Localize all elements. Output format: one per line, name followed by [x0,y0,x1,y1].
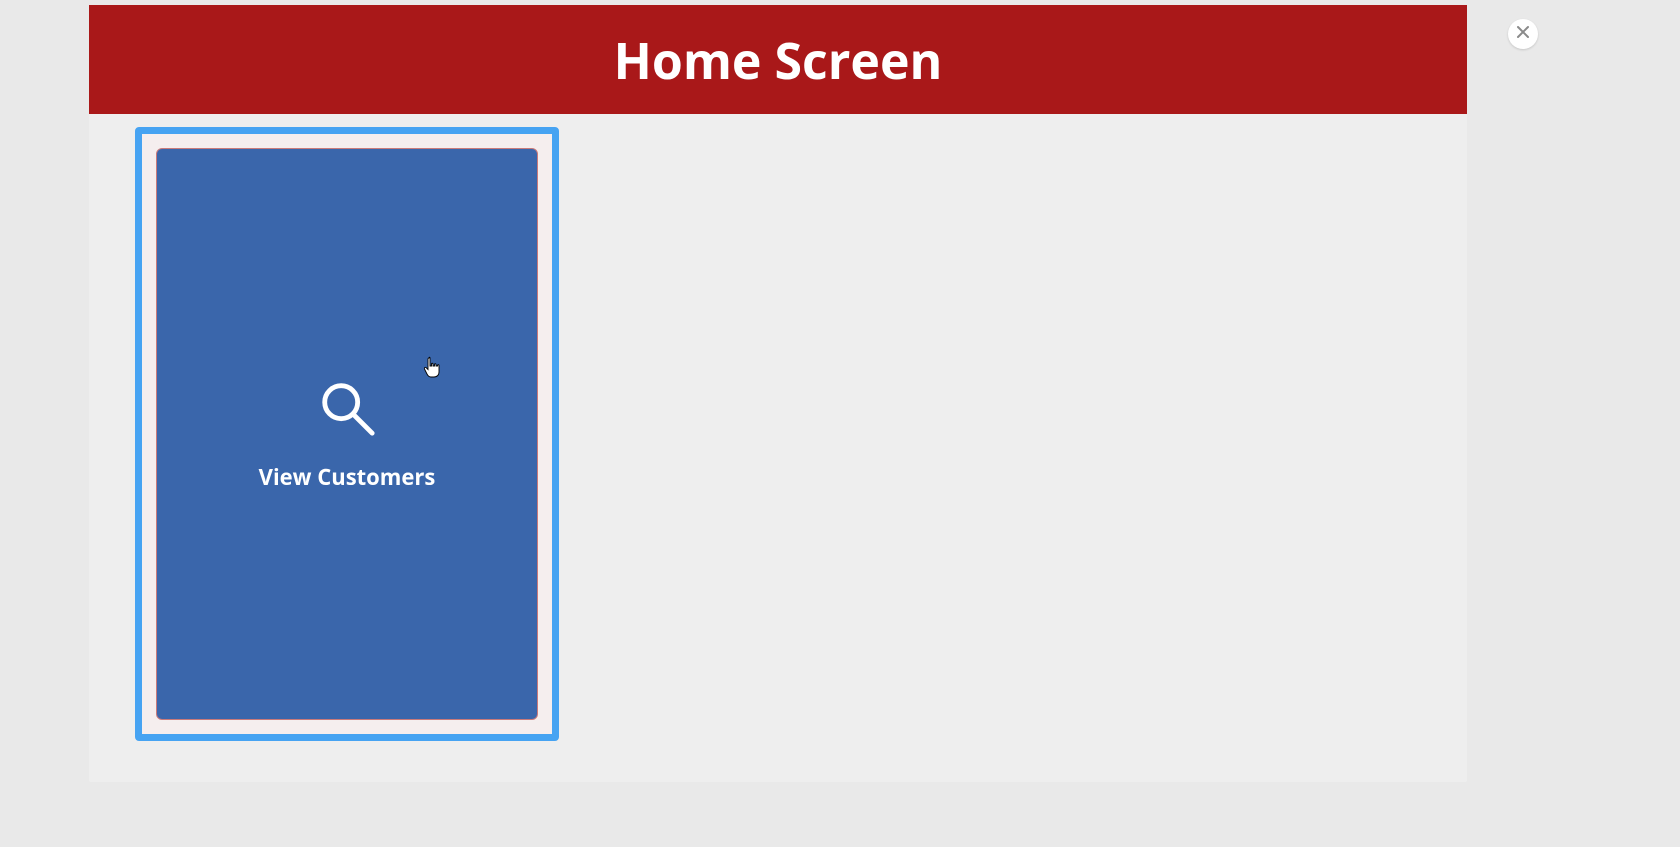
main-card: Home Screen View Customers [89,5,1467,782]
view-customers-tile[interactable]: View Customers [156,148,538,720]
header-bar: Home Screen [89,5,1467,114]
close-button[interactable] [1508,19,1538,49]
page-title: Home Screen [614,26,943,94]
tile-highlight-frame: View Customers [135,127,559,741]
search-icon [316,377,378,444]
tiles-area: View Customers [89,114,1467,754]
close-icon [1515,23,1531,45]
tile-label: View Customers [259,462,436,492]
viewport: Home Screen View Customers [0,0,1680,847]
